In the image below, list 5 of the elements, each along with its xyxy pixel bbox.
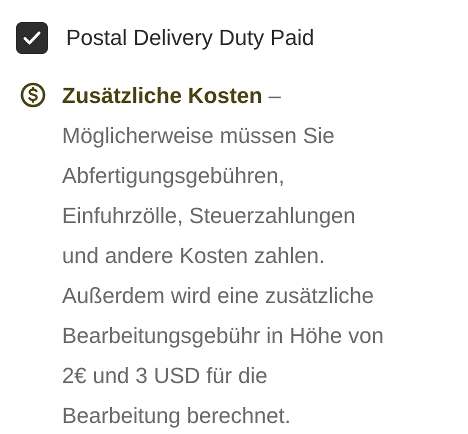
check-icon (23, 30, 41, 44)
dollar-icon (20, 82, 46, 108)
checkbox[interactable] (16, 22, 48, 54)
checkbox-label: Postal Delivery Duty Paid (66, 24, 314, 52)
notice-text: Zusätzliche Kosten – Möglicherweise müssen Sie Abfertigungsgebühren, Einfuhrzölle, Steuerzahlungen und andere Kosten zahlen. Außerdem wird eine zusätzliche Bearbeitungsgebühr in Höhe von 2€ und 3 USD für die Bearbeitung berechnet. (62, 82, 385, 430)
